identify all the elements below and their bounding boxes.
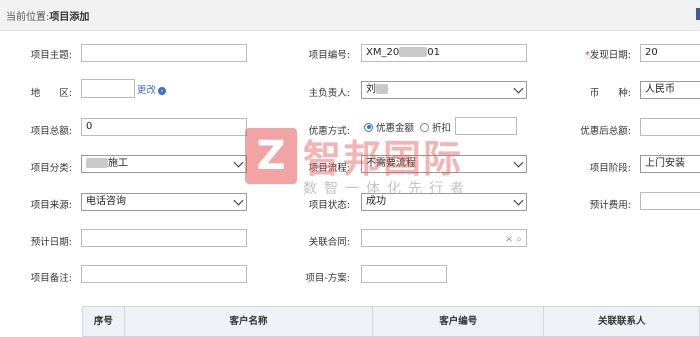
found-date-input[interactable]: 20: [640, 44, 700, 62]
top-right-button[interactable]: [696, 8, 700, 20]
remark-input[interactable]: [81, 265, 247, 283]
label-found-date: *发现日期:: [565, 47, 631, 61]
discount-value-input[interactable]: [455, 117, 517, 135]
category-select[interactable]: 施工: [81, 155, 247, 173]
chevron-down-icon: [233, 157, 244, 168]
label-plan: 项目-方案:: [305, 273, 350, 284]
project-number-prefix: XM_20: [366, 47, 400, 58]
source-value: 电话咨询: [86, 196, 126, 207]
region-input[interactable]: [81, 79, 135, 98]
label-category: 项目分类:: [30, 163, 72, 174]
radio-selected-icon: [364, 122, 373, 132]
discount-rate-label: 折扣: [432, 123, 452, 134]
label-source: 项目来源:: [30, 200, 72, 211]
discount-amount-label: 优惠金额: [376, 123, 415, 134]
top-bar: 当前位置:项目添加: [0, 0, 700, 31]
plan-input[interactable]: [361, 265, 447, 283]
owner-value: 刘: [366, 84, 376, 95]
project-number-input[interactable]: XM_20 01: [361, 44, 527, 62]
label-number: 项目编号:: [308, 50, 350, 61]
redacted-block: [399, 47, 428, 57]
process-select[interactable]: 不需要流程: [361, 155, 527, 173]
process-value: 不需要流程: [366, 158, 416, 169]
stage-select[interactable]: 上门安装: [640, 155, 700, 173]
contract-icons: × ⌕: [505, 232, 522, 246]
project-number-suffix: 01: [427, 47, 440, 58]
chevron-down-icon: [513, 83, 524, 94]
after-discount-input[interactable]: [640, 118, 700, 136]
column-header-contact: 关联联系人: [597, 316, 646, 327]
region-change-link[interactable]: 更改 ›: [137, 82, 167, 96]
owner-select[interactable]: 刘: [361, 81, 527, 99]
total-input[interactable]: 0: [81, 118, 247, 136]
breadcrumb: 当前位置:项目添加: [6, 8, 89, 23]
breadcrumb-page: 项目添加: [49, 12, 90, 23]
label-total: 项目总额:: [30, 126, 72, 137]
label-found-date-text: 发现日期:: [589, 50, 631, 61]
currency-select[interactable]: 人民币: [640, 81, 700, 99]
region-change-text: 更改: [137, 85, 157, 96]
chevron-down-icon: [233, 195, 244, 206]
chevron-down-icon: [513, 157, 524, 168]
label-owner: 主负责人:: [308, 88, 350, 99]
label-contract: 关联合同:: [308, 237, 350, 248]
label-region: 地 区:: [30, 88, 72, 99]
arrow-right-icon: ›: [158, 86, 167, 95]
clear-icon[interactable]: ×: [505, 234, 513, 245]
discount-rate-radio[interactable]: 折扣: [420, 120, 451, 134]
column-header-customer-name: 客户名称: [125, 307, 374, 336]
status-select[interactable]: 成功: [361, 193, 527, 211]
source-select[interactable]: 电话咨询: [81, 193, 247, 211]
category-value: 施工: [108, 158, 128, 169]
label-discount-mode: 优惠方式:: [308, 126, 350, 137]
redacted-block: [376, 84, 388, 94]
contract-input[interactable]: × ⌕: [361, 229, 527, 247]
customer-table-header: 序号 客户名称 客户编号 关联联系人: [82, 306, 700, 337]
label-est-date: 预计日期:: [30, 237, 72, 248]
label-subject: 项目主题:: [30, 50, 72, 61]
subject-input[interactable]: [81, 44, 247, 62]
redacted-block: [86, 158, 108, 168]
radio-unselected-icon: [420, 122, 429, 132]
est-date-input[interactable]: [81, 229, 247, 247]
breadcrumb-prefix: 当前位置:: [6, 12, 50, 23]
search-icon[interactable]: ⌕: [516, 234, 522, 245]
label-est-cost: 预计费用:: [589, 200, 631, 211]
est-cost-input[interactable]: [640, 192, 700, 210]
label-status: 项目状态:: [308, 200, 350, 211]
label-process: 项目流程:: [308, 163, 350, 174]
column-header-index: 序号: [83, 307, 125, 336]
status-value: 成功: [366, 196, 386, 207]
label-remark: 项目备注:: [30, 273, 72, 284]
label-currency: 币 种:: [589, 88, 631, 99]
label-stage: 项目阶段:: [589, 163, 631, 174]
label-after-discount: 优惠后总额:: [580, 126, 631, 137]
column-header-customer-number: 客户编号: [373, 307, 545, 336]
chevron-down-icon: [513, 195, 524, 206]
discount-amount-radio[interactable]: 优惠金额: [364, 120, 414, 134]
